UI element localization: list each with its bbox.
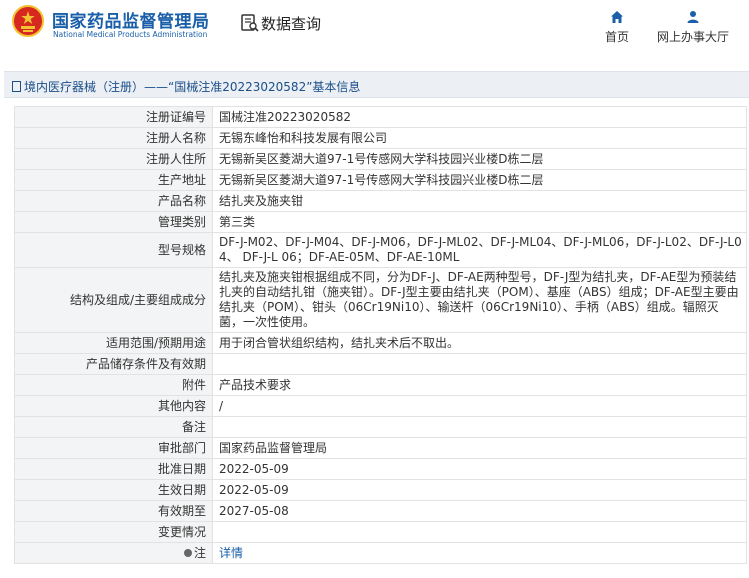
row-value: 国械注准20223020582 bbox=[212, 106, 747, 128]
national-emblem-icon bbox=[12, 5, 44, 37]
row-value: 国家药品监督管理局 bbox=[212, 437, 747, 459]
table-row: 变更情况 bbox=[14, 521, 747, 543]
row-label: 审批部门 bbox=[14, 437, 213, 459]
table-row: 注册人名称 无锡东峰怡和科技发展有限公司 bbox=[14, 127, 747, 149]
row-label: 注 bbox=[193, 545, 206, 560]
row-value: 2022-05-09 bbox=[212, 458, 747, 480]
row-value: 详情 bbox=[212, 542, 747, 564]
row-label: 注册人名称 bbox=[14, 127, 213, 149]
note-label-cell: 注 bbox=[14, 542, 213, 564]
row-value bbox=[212, 521, 747, 543]
row-label: 批准日期 bbox=[14, 458, 213, 480]
nav-home[interactable]: 首页 bbox=[602, 10, 632, 45]
table-row: 生效日期 2022-05-09 bbox=[14, 479, 747, 501]
row-value: DF-J-M02、DF-J-M04、DF-J-M06，DF-J-ML02、DF-… bbox=[212, 232, 747, 268]
table-row: 生产地址 无锡新吴区菱湖大道97-1号传感网大学科技园兴业楼D栋二层 bbox=[14, 169, 747, 191]
table-row: 产品名称 结扎夹及施夹钳 bbox=[14, 190, 747, 212]
row-value: 2022-05-09 bbox=[212, 479, 747, 501]
document-icon bbox=[12, 81, 21, 92]
row-label: 产品名称 bbox=[14, 190, 213, 212]
table-row: 有效期至 2027-05-08 bbox=[14, 500, 747, 522]
table-row: 型号规格 DF-J-M02、DF-J-M04、DF-J-M06，DF-J-ML0… bbox=[14, 232, 747, 268]
row-label: 结构及组成/主要组成成分 bbox=[14, 267, 213, 333]
site-logo-subtitle[interactable]: National Medical Products Administration bbox=[53, 30, 207, 39]
user-icon bbox=[687, 11, 699, 23]
site-header: 国家药品监督管理局 National Medical Products Admi… bbox=[0, 0, 749, 58]
row-value: 2027-05-08 bbox=[212, 500, 747, 522]
row-label: 变更情况 bbox=[14, 521, 213, 543]
row-value bbox=[212, 353, 747, 375]
data-query-title: 数据查询 bbox=[261, 15, 322, 33]
nav-online-hall[interactable]: 网上办事大厅 bbox=[654, 10, 732, 45]
table-row: 注册证编号 国械注准20223020582 bbox=[14, 106, 747, 128]
row-label: 适用范围/预期用途 bbox=[14, 332, 213, 354]
table-row: 审批部门 国家药品监督管理局 bbox=[14, 437, 747, 459]
nav-home-label: 首页 bbox=[604, 30, 629, 44]
note-icon bbox=[183, 548, 192, 557]
detail-table: 注册证编号 国械注准20223020582 注册人名称 无锡东峰怡和科技发展有限… bbox=[14, 106, 747, 564]
nav-online-hall-label: 网上办事大厅 bbox=[656, 30, 729, 44]
row-label: 生产地址 bbox=[14, 169, 213, 191]
row-label: 产品储存条件及有效期 bbox=[14, 353, 213, 375]
row-value: / bbox=[212, 395, 747, 417]
row-label: 生效日期 bbox=[14, 479, 213, 501]
table-row: 结构及组成/主要组成成分 结扎夹及施夹钳根据组成不同，分为DF-J、DF-AE两… bbox=[14, 267, 747, 333]
site-logo-title[interactable]: 国家药品监督管理局 bbox=[52, 7, 210, 32]
row-value: 无锡东峰怡和科技发展有限公司 bbox=[212, 127, 747, 149]
table-row: 其他内容 / bbox=[14, 395, 747, 417]
row-label: 型号规格 bbox=[14, 232, 213, 268]
details-link[interactable]: 详情 bbox=[219, 546, 243, 560]
breadcrumb-bar: 境内医疗器械（注册）——“国械注准20223020582”基本信息 bbox=[4, 71, 749, 98]
row-label: 附件 bbox=[14, 374, 213, 396]
table-row: 备注 bbox=[14, 416, 747, 438]
table-row: 管理类别 第三类 bbox=[14, 211, 747, 233]
table-row: 产品储存条件及有效期 bbox=[14, 353, 747, 375]
row-value: 产品技术要求 bbox=[212, 374, 747, 396]
row-value: 结扎夹及施夹钳根据组成不同，分为DF-J、DF-AE两种型号，DF-J型为结扎夹… bbox=[212, 267, 747, 333]
row-value: 无锡新吴区菱湖大道97-1号传感网大学科技园兴业楼D栋二层 bbox=[212, 148, 747, 170]
home-icon bbox=[611, 11, 623, 23]
table-row: 注册人住所 无锡新吴区菱湖大道97-1号传感网大学科技园兴业楼D栋二层 bbox=[14, 148, 747, 170]
data-query-icon bbox=[241, 14, 259, 32]
table-row: 批准日期 2022-05-09 bbox=[14, 458, 747, 480]
row-value: 用于闭合管状组织结构，结扎夹术后不取出。 bbox=[212, 332, 747, 354]
table-row: 适用范围/预期用途 用于闭合管状组织结构，结扎夹术后不取出。 bbox=[14, 332, 747, 354]
table-row: 注 详情 bbox=[14, 542, 747, 564]
breadcrumb: 境内医疗器械（注册）——“国械注准20223020582”基本信息 bbox=[12, 78, 360, 95]
row-value: 第三类 bbox=[212, 211, 747, 233]
row-label: 其他内容 bbox=[14, 395, 213, 417]
row-label: 有效期至 bbox=[14, 500, 213, 522]
row-label: 管理类别 bbox=[14, 211, 213, 233]
detail-table-container: 注册证编号 国械注准20223020582 注册人名称 无锡东峰怡和科技发展有限… bbox=[14, 106, 747, 564]
row-value: 无锡新吴区菱湖大道97-1号传感网大学科技园兴业楼D栋二层 bbox=[212, 169, 747, 191]
row-value bbox=[212, 416, 747, 438]
row-label: 注册人住所 bbox=[14, 148, 213, 170]
row-label: 备注 bbox=[14, 416, 213, 438]
row-value: 结扎夹及施夹钳 bbox=[212, 190, 747, 212]
table-row: 附件 产品技术要求 bbox=[14, 374, 747, 396]
row-label: 注册证编号 bbox=[14, 106, 213, 128]
breadcrumb-text: 境内医疗器械（注册）——“国械注准20223020582”基本信息 bbox=[24, 80, 361, 94]
